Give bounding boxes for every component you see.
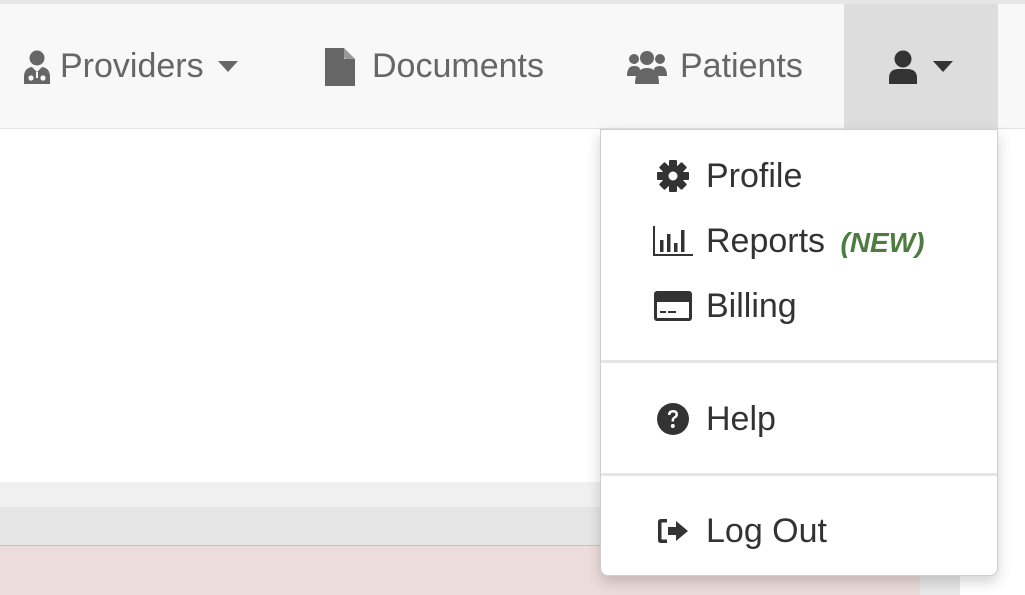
new-badge: (NEW) bbox=[840, 227, 925, 258]
bar-chart-icon bbox=[653, 226, 693, 256]
user-icon bbox=[889, 50, 917, 84]
reports-text: Reports bbox=[706, 222, 826, 260]
sign-out-icon-wrapper bbox=[653, 503, 693, 559]
bar-chart-icon-wrapper bbox=[653, 213, 693, 269]
users-icon bbox=[627, 50, 667, 84]
menu-item-reports-label: Reports (NEW) bbox=[706, 223, 925, 261]
menu-item-logout-label: Log Out bbox=[706, 512, 827, 550]
menu-item-billing-label: Billing bbox=[706, 287, 797, 325]
nav-documents-label: Documents bbox=[372, 47, 544, 85]
menu-item-billing[interactable]: Billing bbox=[601, 278, 997, 334]
menu-item-logout[interactable]: Log Out bbox=[601, 503, 997, 559]
caret-down-icon bbox=[933, 60, 953, 72]
credit-card-icon-wrapper bbox=[653, 278, 693, 334]
caret-down-icon bbox=[217, 60, 238, 72]
nav-patients-label: Patients bbox=[680, 47, 803, 85]
user-md-icon bbox=[24, 50, 50, 84]
sign-out-icon bbox=[658, 519, 688, 543]
nav-providers-dropdown[interactable]: Providers bbox=[22, 4, 238, 129]
nav-documents-link[interactable]: Documents bbox=[324, 4, 544, 129]
credit-card-icon bbox=[654, 291, 692, 321]
nav-patients-link[interactable]: Patients bbox=[627, 4, 803, 129]
question-circle-icon bbox=[657, 403, 689, 435]
menu-item-help[interactable]: Help bbox=[601, 391, 997, 447]
menu-divider bbox=[601, 360, 997, 363]
gear-icon-wrapper bbox=[653, 148, 693, 204]
menu-item-profile-label: Profile bbox=[706, 157, 803, 195]
question-circle-icon-wrapper bbox=[653, 391, 693, 447]
nav-providers-label: Providers bbox=[60, 47, 204, 85]
file-icon bbox=[325, 47, 355, 86]
menu-item-reports[interactable]: Reports (NEW) bbox=[601, 213, 997, 269]
menu-item-profile[interactable]: Profile bbox=[601, 148, 997, 204]
menu-divider bbox=[601, 473, 997, 476]
gear-icon bbox=[657, 160, 689, 192]
menu-item-help-label: Help bbox=[706, 400, 776, 438]
app-page: Providers Documents Patients Profile Rep… bbox=[0, 0, 1025, 595]
user-menu-toggle[interactable] bbox=[844, 4, 998, 129]
user-dropdown-menu: Profile Reports (NEW) Billing Help Log O… bbox=[600, 129, 998, 576]
